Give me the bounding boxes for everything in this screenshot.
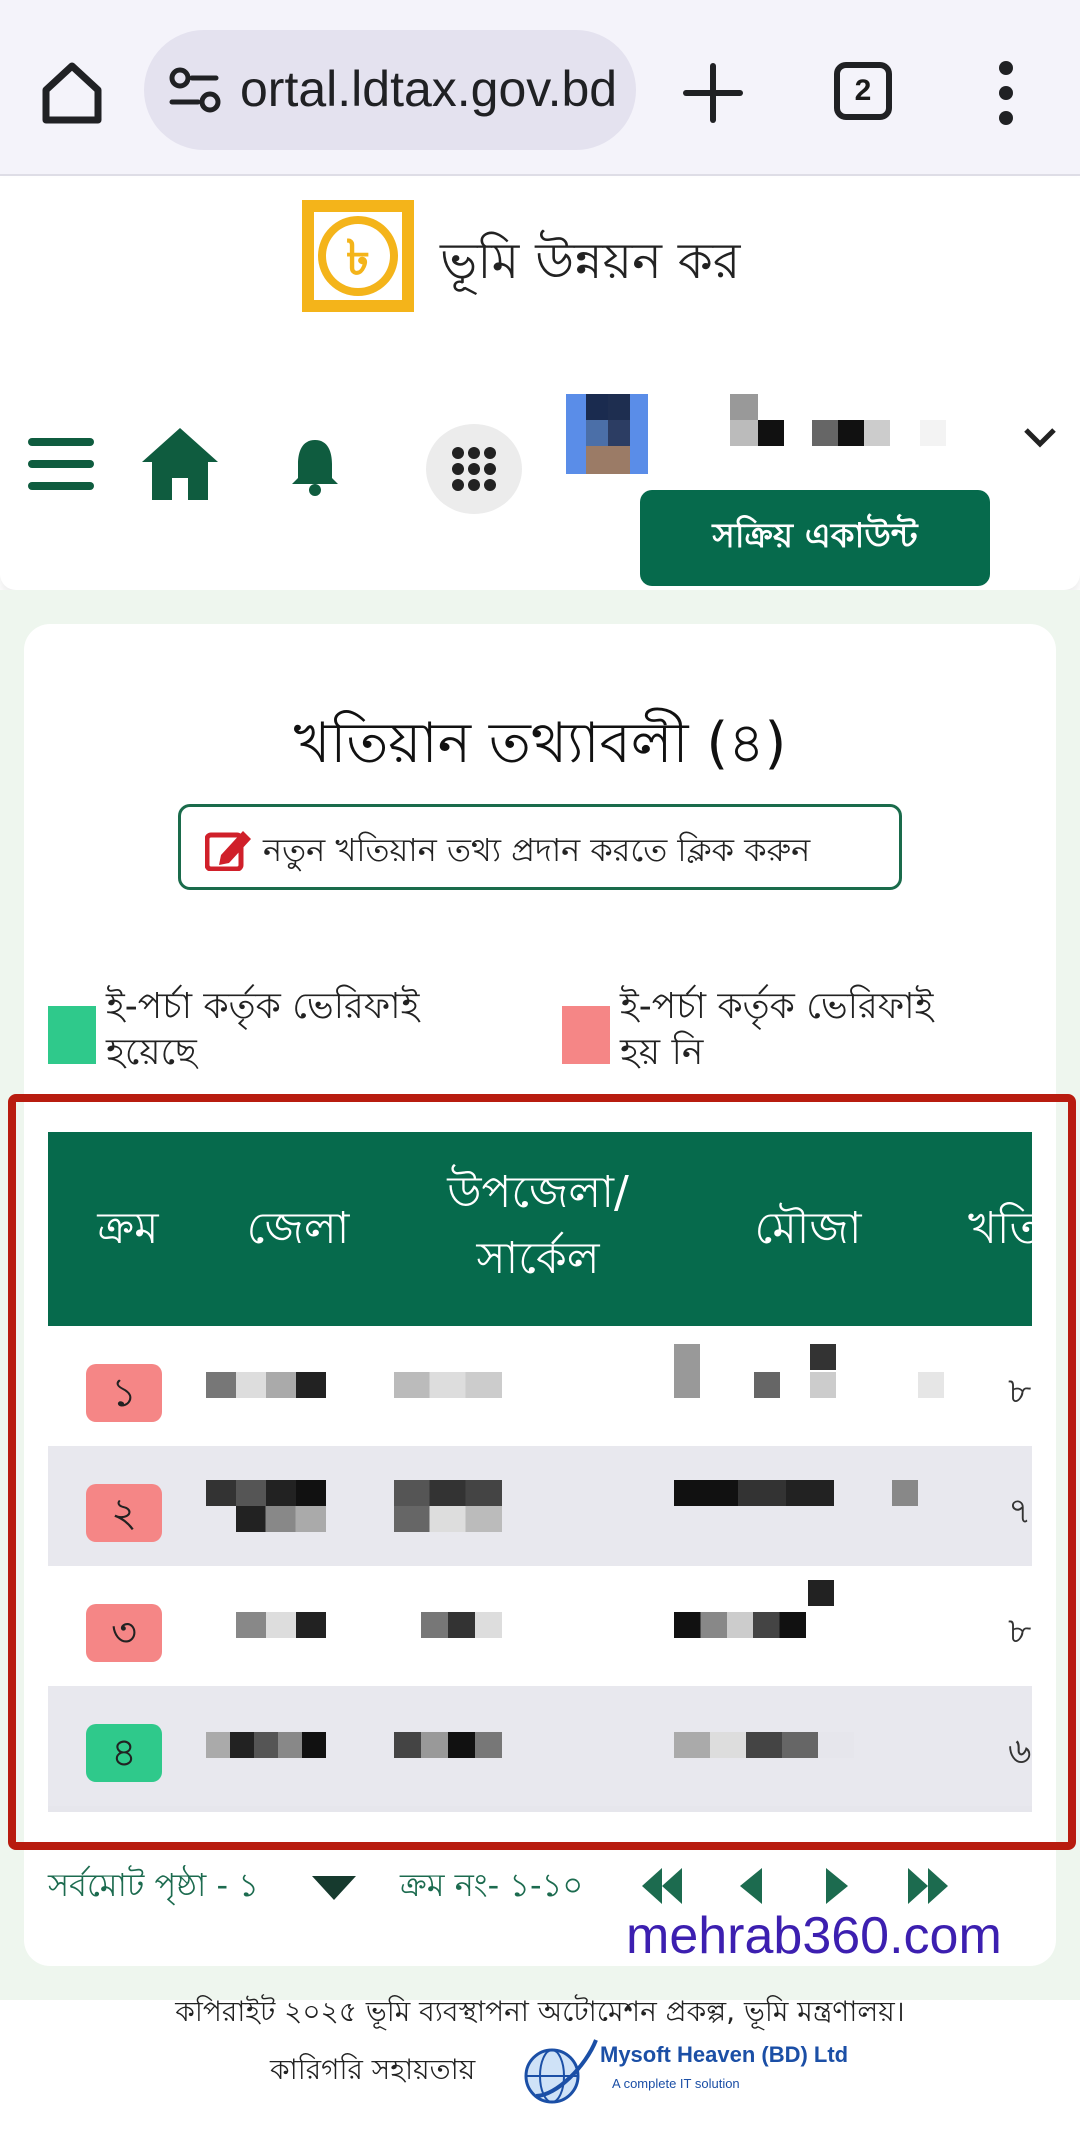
address-bar[interactable]: ortal.ldtax.gov.bd bbox=[144, 30, 636, 150]
new-tab-button[interactable] bbox=[680, 60, 746, 126]
globe-icon bbox=[524, 2039, 598, 2104]
last-page-icon[interactable] bbox=[906, 1866, 950, 1906]
row-khatian-number: ৮ bbox=[1008, 1611, 1032, 1652]
row-serial-badge: ২ bbox=[86, 1484, 162, 1542]
table-row[interactable]: ৩ ৮ bbox=[48, 1566, 1032, 1686]
url-text[interactable]: ortal.ldtax.gov.bd bbox=[240, 60, 620, 118]
add-khatian-button[interactable]: নতুন খতিয়ান তথ্য প্রদান করতে ক্লিক করুন bbox=[178, 804, 902, 890]
redacted-district bbox=[206, 1732, 326, 1758]
user-name-redacted[interactable] bbox=[646, 394, 974, 474]
redacted-mouza bbox=[892, 1480, 918, 1506]
redacted-upazila bbox=[394, 1372, 502, 1398]
khatian-table[interactable]: ক্রম জেলা উপজেলা/ সার্কেল মৌজা খতি ১ ৮ ২… bbox=[48, 1132, 1032, 1812]
add-khatian-label: নতুন খতিয়ান তথ্য প্রদান করতে ক্লিক করুন bbox=[263, 831, 811, 869]
row-serial-badge: ৩ bbox=[86, 1604, 162, 1662]
plus-icon bbox=[683, 63, 743, 123]
row-khatian-number: ৮ bbox=[1008, 1371, 1032, 1412]
redacted-upazila bbox=[394, 1732, 502, 1758]
redacted-mouza bbox=[674, 1480, 834, 1506]
redacted-district bbox=[206, 1612, 326, 1638]
header-upazila: উপজেলা/ bbox=[447, 1167, 629, 1218]
row-khatian-number: ৬ bbox=[1008, 1731, 1032, 1772]
more-vert-icon bbox=[999, 61, 1013, 125]
row-khatian-number: ৭ bbox=[1008, 1491, 1032, 1532]
legend-verified-label: ই-পর্চা কর্তৃক ভেরিফাই হয়েছে bbox=[106, 984, 419, 1076]
redacted-mouza bbox=[918, 1372, 944, 1398]
header-circle: সার্কেল bbox=[476, 1233, 600, 1284]
legend-verified-line1: ই-পর্চা কর্তৃক ভেরিফাই bbox=[106, 986, 420, 1027]
chevron-down-icon[interactable] bbox=[1022, 424, 1058, 452]
row-serial-badge: ৪ bbox=[86, 1724, 162, 1782]
prev-page-icon[interactable] bbox=[738, 1866, 764, 1906]
logo-symbol: ৳ bbox=[346, 230, 370, 286]
header-mouza: মৌজা bbox=[754, 1203, 862, 1254]
edit-icon bbox=[205, 831, 251, 871]
table-row[interactable]: ৪ ৬ bbox=[48, 1686, 1032, 1806]
browser-home-button[interactable] bbox=[36, 56, 108, 128]
bell-icon[interactable] bbox=[288, 436, 342, 496]
header-district: জেলা bbox=[246, 1203, 350, 1254]
apps-grid-button[interactable] bbox=[426, 424, 522, 514]
redacted-district bbox=[206, 1372, 326, 1398]
redacted-mouza bbox=[754, 1372, 780, 1398]
legend-unverified-label: ই-পর্চা কর্তৃক ভেরিফাই হয় নি bbox=[620, 984, 933, 1076]
site-settings-icon[interactable] bbox=[168, 66, 224, 114]
header-khatian: খতি bbox=[968, 1203, 1032, 1254]
logo[interactable]: ৳ bbox=[300, 198, 416, 314]
page-title: খতিয়ান তথ্যাবলী (৪) bbox=[293, 711, 787, 776]
table-row[interactable]: ২ ৭ bbox=[48, 1446, 1032, 1566]
vendor-logo[interactable]: Mysoft Heaven (BD) Ltd A complete IT sol… bbox=[516, 2036, 848, 2110]
legend-verified-line2: হয়েছে bbox=[106, 1032, 197, 1073]
redacted-mouza bbox=[674, 1344, 700, 1398]
watermark: mehrab360.com bbox=[626, 1907, 1002, 1965]
redacted-upazila bbox=[394, 1506, 502, 1532]
caret-down-icon[interactable] bbox=[310, 1874, 358, 1902]
header-serial: ক্রম bbox=[97, 1203, 159, 1254]
active-account-button[interactable]: সক্রিয় একাউন্ট bbox=[640, 490, 990, 586]
legend-unverified-line1: ই-পর্চা কর্তৃক ভেরিফাই bbox=[620, 986, 934, 1027]
vendor-name: Mysoft Heaven (BD) Ltd bbox=[600, 2042, 849, 2067]
site-title: ভূমি উন্নয়ন কর bbox=[440, 232, 741, 290]
row-serial-badge: ১ bbox=[86, 1364, 162, 1422]
hamburger-icon[interactable] bbox=[28, 436, 94, 492]
range-label: ক্রম নং- ১-১০ bbox=[400, 1866, 584, 1904]
footer-tech-support: কারিগরি সহায়তায় bbox=[270, 2053, 476, 2086]
avatar[interactable] bbox=[566, 394, 648, 474]
home-icon bbox=[42, 62, 102, 124]
redacted-upazila bbox=[394, 1612, 502, 1638]
browser-menu-button[interactable] bbox=[990, 58, 1022, 128]
apps-grid-icon bbox=[452, 447, 496, 491]
total-pages-label: সর্বমোট পৃষ্ঠা - ১ bbox=[48, 1866, 259, 1904]
first-page-icon[interactable] bbox=[640, 1866, 684, 1906]
legend-unverified-line2: হয় নি bbox=[620, 1032, 704, 1073]
next-page-icon[interactable] bbox=[824, 1866, 850, 1906]
redacted-upazila bbox=[394, 1480, 502, 1506]
redacted-mouza bbox=[808, 1580, 834, 1606]
browser-toolbar: ortal.ldtax.gov.bd 2 bbox=[0, 0, 1080, 176]
redacted-mouza bbox=[810, 1372, 836, 1398]
redacted-district bbox=[206, 1480, 326, 1506]
redacted-mouza bbox=[810, 1344, 836, 1370]
footer-copyright: কপিরাইট ২০২৫ ভূমি ব্যবস্থাপনা অটোমেশন প্… bbox=[175, 1995, 905, 2028]
tab-switcher-button[interactable]: 2 bbox=[834, 62, 892, 120]
redacted-district bbox=[236, 1506, 326, 1532]
legend-unverified-swatch bbox=[562, 1006, 610, 1064]
vendor-tagline: A complete IT solution bbox=[612, 2076, 740, 2091]
redacted-mouza bbox=[674, 1732, 854, 1758]
legend-verified-swatch bbox=[48, 1006, 96, 1064]
table-header: ক্রম জেলা উপজেলা/ সার্কেল মৌজা খতি bbox=[48, 1132, 1032, 1326]
site-header: ৳ ভূমি উন্নয়ন কর সক্রিয় একাউন্ট bbox=[0, 178, 1080, 590]
home-icon[interactable] bbox=[140, 426, 220, 502]
table-row[interactable]: ১ ৮ bbox=[48, 1326, 1032, 1446]
redacted-mouza bbox=[674, 1612, 806, 1638]
